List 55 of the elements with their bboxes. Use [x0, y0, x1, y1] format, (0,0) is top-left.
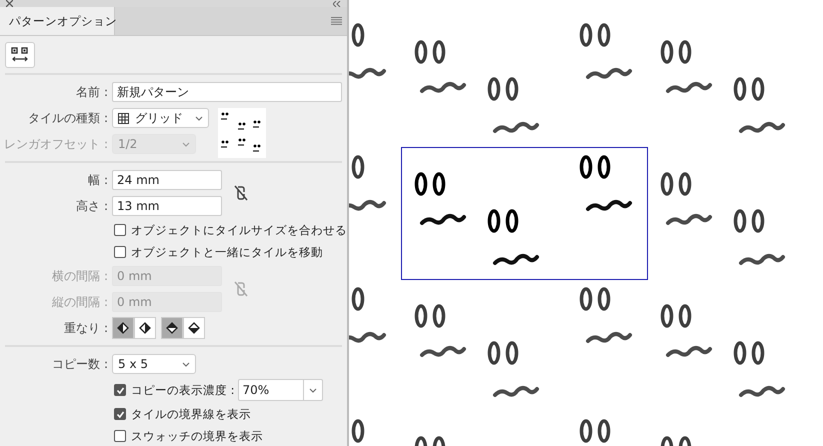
checkbox[interactable] — [114, 384, 126, 396]
brick-offset-label: レンガオフセット : — [3, 136, 108, 152]
diamond-icon — [186, 320, 202, 336]
tile-move-icon — [11, 47, 29, 63]
width-label: 幅 : — [87, 172, 108, 188]
panel-tab[interactable]: パターンオプション — [0, 7, 115, 35]
dropdown-value: 5 x 5 — [118, 357, 148, 371]
checkbox[interactable] — [114, 430, 126, 442]
grid-icon — [118, 112, 129, 124]
copies-label: コピー数 : — [51, 356, 108, 372]
dropdown-value: グリッド — [135, 110, 183, 126]
diamond-icon — [137, 320, 153, 336]
tile-edit-button[interactable] — [5, 42, 35, 68]
checkbox-label: オブジェクトと一緒にタイルを移動 — [131, 244, 323, 260]
caret-icon — [182, 142, 190, 146]
name-label: 名前 : — [75, 84, 108, 100]
diamond-icon — [115, 320, 131, 336]
checkbox[interactable] — [114, 224, 126, 236]
height-field[interactable]: 13 mm — [112, 196, 222, 216]
overlap-button[interactable] — [134, 317, 156, 339]
opacity-combo-field[interactable]: 70% — [238, 379, 323, 401]
tile-preview-drawing — [218, 108, 266, 158]
menu-icon[interactable] — [331, 17, 342, 25]
overlap-button[interactable] — [183, 317, 205, 339]
name-field[interactable]: 新規パターン — [112, 82, 342, 102]
dropdown-value: 1/2 — [118, 137, 138, 151]
width-field[interactable]: 24 mm — [112, 170, 222, 190]
overlap-label: 重なり : — [63, 320, 108, 336]
caret-icon — [182, 362, 190, 366]
overlap-button[interactable] — [112, 317, 134, 339]
checkbox-option[interactable]: コピーの表示濃度 : — [114, 381, 235, 399]
checkbox[interactable] — [114, 246, 126, 258]
v-spacing-label: 縦の間隔 : — [51, 294, 108, 310]
checkbox-label: コピーの表示濃度 : — [131, 382, 235, 398]
height-label: 高さ : — [75, 198, 108, 214]
diamond-icon — [164, 320, 180, 336]
tile-type-dropdown[interactable]: グリッド — [112, 108, 209, 128]
checkbox-option[interactable]: オブジェクトと一緒にタイルを移動 — [114, 243, 347, 261]
checkbox[interactable] — [114, 408, 126, 420]
caret-icon — [195, 116, 203, 120]
copies-dropdown[interactable]: 5 x 5 — [112, 354, 196, 374]
close-icon[interactable] — [6, 0, 13, 7]
checkbox-option[interactable]: スウォッチの境界を表示 — [114, 427, 347, 445]
checkbox-option[interactable]: タイルの境界線を表示 — [114, 405, 347, 423]
checkbox-label: オブジェクトにタイルサイズを合わせる — [131, 222, 347, 238]
h-spacing-label: 横の間隔 : — [51, 268, 108, 284]
unlinked-chain-icon[interactable] — [234, 185, 248, 201]
caret-icon — [308, 388, 317, 392]
overlap-button[interactable] — [161, 317, 183, 339]
collapse-icon[interactable] — [333, 0, 341, 6]
field-value: 70% — [242, 382, 270, 399]
checkbox-option[interactable]: オブジェクトにタイルサイズを合わせる — [114, 221, 347, 239]
checkbox-label: タイルの境界線を表示 — [131, 406, 251, 422]
tile-type-label: タイルの種類 : — [27, 110, 108, 126]
checkbox-label: スウォッチの境界を表示 — [131, 428, 263, 444]
